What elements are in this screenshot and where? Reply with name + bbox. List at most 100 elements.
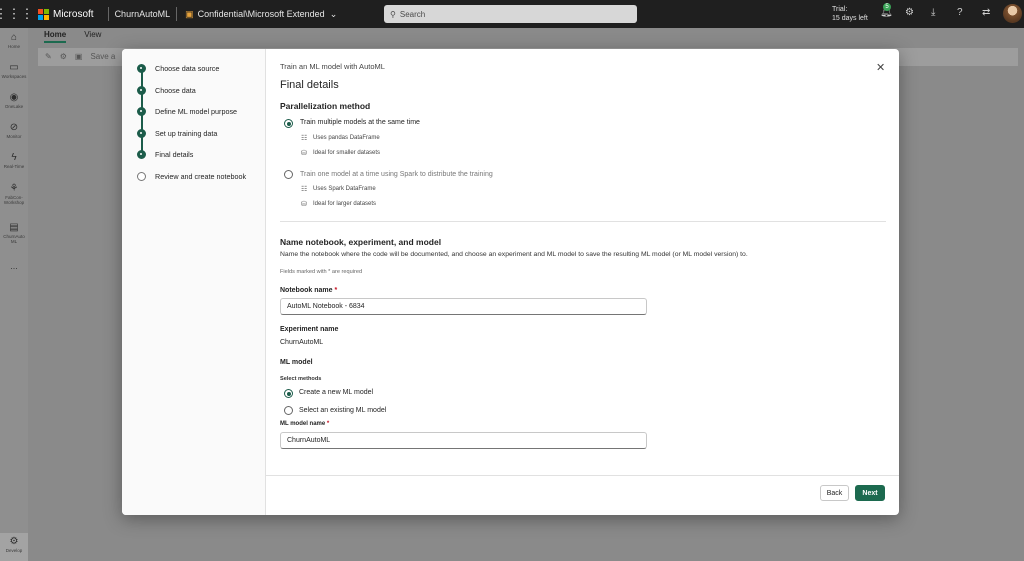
method-existing-label[interactable]: Select an existing ML model (299, 407, 386, 414)
develop-icon: ⚙ (9, 536, 19, 547)
chevron-down-icon[interactable]: ⌄ (330, 9, 338, 20)
search-placeholder: Search (399, 9, 426, 19)
dialog-subtitle: Train an ML model with AutoML (280, 62, 385, 71)
table-icon: ☷ (301, 186, 308, 193)
edit-icon[interactable]: ✎ (45, 52, 52, 61)
ribbon-tabs: Home View (44, 30, 101, 43)
radio-existing-model[interactable] (284, 406, 293, 415)
option-one-sub1: Uses Spark DataFrame (313, 186, 376, 192)
rail-label: Home (7, 44, 20, 49)
back-button[interactable]: Back (820, 485, 849, 501)
rail-item-realtime[interactable]: ϟ Real-Time (0, 152, 28, 169)
trial-status[interactable]: Trial: 15 days left (832, 5, 868, 23)
required-mark: * (334, 287, 338, 294)
workshop-icon: ⚘ (9, 183, 19, 194)
naming-heading: Name notebook, experiment, and model (280, 237, 442, 247)
option-one-sub2: Ideal for larger datasets (313, 201, 377, 207)
next-button[interactable]: Next (855, 485, 885, 501)
step-define-purpose[interactable]: Define ML model purpose (155, 107, 237, 116)
automl-dialog: Choose data source Choose data Define ML… (122, 49, 899, 515)
step-complete-icon (137, 107, 146, 116)
database-icon: ⛁ (301, 201, 307, 208)
rail-item-workshop[interactable]: ⚘ FabCon-Workshop (0, 183, 28, 205)
rail-item-notebook[interactable]: ▤ ChurnAuto ML (0, 222, 28, 244)
wizard-steps: Choose data source Choose data Define ML… (122, 49, 266, 515)
step-choose-data[interactable]: Choose data (155, 86, 196, 95)
tab-home[interactable]: Home (44, 30, 67, 43)
onelake-icon: ◉ (9, 92, 19, 103)
rail-item-develop[interactable]: ⚙ Develop (0, 533, 28, 561)
divider (176, 7, 178, 21)
ribbon-buttons: ✎ ⚙ ▣ Save a (45, 52, 115, 61)
step-choose-data-source[interactable]: Choose data source (155, 64, 219, 73)
radio-one-model[interactable] (284, 170, 293, 179)
avatar[interactable] (1003, 4, 1022, 23)
share-icon[interactable]: ⇄ (982, 7, 990, 18)
app-launcher-icon[interactable]: ⋮⋮⋮ (0, 0, 34, 28)
help-icon[interactable]: ? (957, 7, 963, 18)
rail-item-home[interactable]: ⌂ Home (0, 32, 28, 49)
more-icon[interactable]: ... (0, 262, 28, 271)
model-name-label: ML model name * (280, 421, 329, 427)
rail-label: FabCon-Workshop (3, 195, 25, 205)
table-icon: ☷ (301, 135, 308, 142)
notebook-name-input[interactable]: AutoML Notebook - 6834 (280, 298, 647, 315)
rail-label: Monitor (6, 134, 22, 139)
rail-item-workspaces[interactable]: ▭ Workspaces (0, 62, 28, 79)
search-input[interactable]: ⚲ Search (384, 5, 637, 23)
step-complete-icon (137, 129, 146, 138)
rail-label: Real-Time (3, 164, 25, 169)
footer-divider (266, 475, 899, 476)
method-new-label[interactable]: Create a new ML model (299, 389, 373, 396)
experiment-name-value: ChurnAutoML (280, 339, 324, 346)
rail-label: ChurnAuto ML (3, 234, 25, 244)
radio-multiple-models[interactable] (284, 119, 293, 128)
realtime-icon: ϟ (11, 152, 17, 163)
sensitivity-label[interactable]: Confidential\Microsoft Extended (198, 9, 325, 19)
monitor-icon: ⊘ (9, 122, 19, 133)
step-current-icon (137, 150, 146, 159)
option-multiple-label[interactable]: Train multiple models at the same time (300, 119, 420, 126)
dialog-content: Train an ML model with AutoML Final deta… (266, 49, 899, 515)
option-multiple-sub2: Ideal for smaller datasets (313, 150, 381, 156)
step-final-details[interactable]: Final details (155, 150, 193, 159)
notebook-label-text: Notebook name (280, 287, 333, 294)
left-rail: ⌂ Home ▭ Workspaces ◉ OneLake ⊘ Monitor … (0, 28, 28, 561)
divider (107, 7, 109, 21)
rail-item-onelake[interactable]: ◉ OneLake (0, 92, 28, 109)
notification-badge: 5 (883, 3, 891, 11)
trial-label: Trial: (832, 6, 848, 13)
radio-new-model[interactable] (284, 389, 293, 398)
required-mark: * (326, 421, 330, 427)
trial-days: 15 days left (832, 15, 868, 22)
tab-view[interactable]: View (84, 30, 101, 43)
close-icon[interactable]: ✕ (876, 61, 885, 74)
step-complete-icon (137, 86, 146, 95)
parallelization-heading: Parallelization method (280, 101, 371, 111)
rail-label: Workspaces (1, 74, 27, 79)
microsoft-logo (38, 8, 49, 20)
model-name-input[interactable]: ChurnAutoML (280, 432, 647, 449)
notebook-name-label: Notebook name * (280, 287, 337, 294)
save-button[interactable]: Save a (90, 52, 115, 61)
workspaces-icon: ▭ (9, 62, 19, 73)
download-icon[interactable]: ⤓ (931, 7, 935, 18)
option-one-label[interactable]: Train one model at a time using Spark to… (300, 171, 493, 178)
settings-icon[interactable]: ⚙ (60, 52, 67, 61)
database-icon: ⛁ (301, 150, 307, 157)
dialog-title: Final details (280, 79, 339, 91)
rail-label: OneLake (4, 104, 24, 109)
workspace-breadcrumb[interactable]: ChurnAutoML (115, 9, 171, 19)
step-review-create[interactable]: Review and create notebook (155, 172, 246, 181)
notebook-icon: ▤ (9, 222, 19, 233)
required-note: Fields marked with * are required (280, 269, 363, 275)
select-methods-label: Select methods (280, 376, 322, 382)
step-complete-icon (137, 64, 146, 73)
brand-name[interactable]: Microsoft (53, 9, 94, 20)
rail-item-monitor[interactable]: ⊘ Monitor (0, 122, 28, 139)
gear-icon[interactable]: ⚙ (905, 7, 914, 18)
step-training-data[interactable]: Set up training data (155, 129, 217, 138)
naming-description: Name the notebook where the code will be… (280, 251, 748, 258)
sensitivity-icon: ▣ (185, 8, 194, 19)
save-icon[interactable]: ▣ (75, 52, 83, 61)
